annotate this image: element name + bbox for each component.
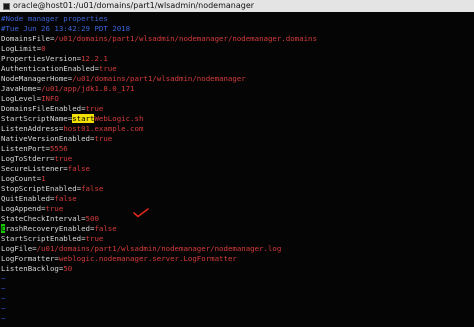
- comment-text: #Node manager properties: [1, 14, 108, 23]
- property-line: StopScriptEnabled=false: [1, 184, 103, 194]
- property-line: LogLimit=0: [1, 44, 46, 54]
- red-checkmark-icon: [133, 208, 149, 218]
- tilde-marker: ~: [1, 274, 6, 283]
- property-key: LogCount: [1, 174, 37, 183]
- empty-buffer-tilde: ~: [1, 304, 5, 314]
- property-key: StartScriptName: [1, 114, 68, 123]
- property-key: StartScriptEnabled: [1, 234, 82, 243]
- property-line: StateCheckInterval=500: [1, 214, 99, 224]
- property-line: PropertiesVersion=12.2.1: [1, 54, 108, 64]
- property-line: ListenPort=5556: [1, 144, 68, 154]
- property-line: QuitEnabled=false: [1, 194, 77, 204]
- property-value: 12.2.1: [81, 54, 108, 63]
- terminal-app-icon: [3, 2, 10, 10]
- empty-buffer-tilde: ~: [1, 284, 5, 294]
- window-titlebar: oracle@host01:/u01/domains/part1/wlsadmi…: [0, 0, 474, 12]
- property-line: CrashRecoveryEnabled=false: [1, 224, 117, 234]
- property-line: NodeManagerHome=/u01/domains/part1/wlsad…: [1, 74, 246, 84]
- empty-buffer-tilde: ~: [1, 314, 5, 324]
- vi-editor-terminal[interactable]: #Node manager properties #Tue Jun 26 13:4…: [0, 12, 474, 327]
- property-value: true: [98, 64, 117, 73]
- window-title: oracle@host01:/u01/domains/part1/wlsadmi…: [13, 1, 255, 10]
- property-value: /u01/domains/part1/wlsadmin/nodemanager: [72, 74, 246, 83]
- property-line: LogFormatter=weblogic.nodemanager.server…: [1, 254, 237, 264]
- property-value: 500: [85, 214, 99, 223]
- tilde-marker: ~: [1, 294, 6, 303]
- property-line: StartScriptEnabled=true: [1, 234, 103, 244]
- property-value: true: [54, 154, 73, 163]
- property-value: false: [67, 164, 90, 173]
- property-value: 0: [41, 44, 46, 53]
- property-line: DomainsFile=/u01/domains/part1/wlsadmin/…: [1, 34, 317, 44]
- property-value-rest: WebLogic.sh: [94, 114, 144, 123]
- property-key: LogAppend: [1, 204, 42, 213]
- property-key: DomainsFile: [1, 34, 50, 43]
- property-key: LogFormatter: [1, 254, 55, 263]
- property-value: true: [45, 204, 64, 213]
- property-key-rest: rashRecoveryEnabled: [5, 224, 90, 233]
- property-value: false: [54, 194, 77, 203]
- property-value: /u01/app/jdk1.8.0_171: [41, 84, 135, 93]
- property-key: QuitEnabled: [1, 194, 50, 203]
- property-key: AuthenticationEnabled: [1, 64, 95, 73]
- property-key: ListenBacklog: [1, 264, 59, 273]
- property-key: SecureListener: [1, 164, 64, 173]
- property-key: JavaHome: [1, 84, 37, 93]
- property-line: ListenAddress=host01.example.com: [1, 124, 143, 134]
- property-line: ListenBacklog=50: [1, 264, 72, 274]
- property-value: false: [81, 184, 104, 193]
- property-line: AuthenticationEnabled=true: [1, 64, 117, 74]
- property-line: LogToStderr=true: [1, 154, 72, 164]
- property-key: LogToStderr: [1, 154, 50, 163]
- property-key: LogLimit: [1, 44, 37, 53]
- property-value: true: [85, 104, 104, 113]
- property-key: NodeManagerHome: [1, 74, 68, 83]
- property-key: ListenPort: [1, 144, 46, 153]
- property-key: DomainsFileEnabled: [1, 104, 82, 113]
- property-value: 5556: [49, 144, 68, 153]
- property-key: LogFile: [1, 244, 33, 253]
- property-value: host01.example.com: [63, 124, 144, 133]
- tilde-marker: ~: [1, 304, 6, 313]
- property-key: ListenAddress: [1, 124, 59, 133]
- property-key: LogLevel: [1, 94, 37, 103]
- property-value: true: [85, 234, 104, 243]
- property-line: LogLevel=INFO: [1, 94, 59, 104]
- property-line: StartScriptName=startWebLogic.sh: [1, 114, 143, 124]
- property-value: false: [94, 224, 117, 233]
- property-line: LogCount=1: [1, 174, 46, 184]
- property-key: NativeVersionEnabled: [1, 134, 90, 143]
- property-line: NativeVersionEnabled=true: [1, 134, 112, 144]
- property-line: JavaHome=/u01/app/jdk1.8.0_171: [1, 84, 135, 94]
- tilde-marker: ~: [1, 284, 6, 293]
- property-line: LogAppend=true: [1, 204, 63, 214]
- property-value: /u01/domains/part1/wlsadmin/nodemanager/…: [36, 244, 282, 253]
- comment-line: #Tue Jun 26 13:42:29 PDT 2018: [1, 24, 130, 34]
- property-value: /u01/domains/part1/wlsadmin/nodemanager/…: [54, 34, 317, 43]
- empty-buffer-tilde: ~: [1, 274, 5, 284]
- property-value: weblogic.nodemanager.server.LogFormatter: [58, 254, 237, 263]
- comment-text: #Tue Jun 26 13:42:29 PDT 2018: [1, 24, 131, 33]
- property-value: 50: [63, 264, 73, 273]
- property-line: SecureListener=false: [1, 164, 90, 174]
- property-value: true: [94, 134, 113, 143]
- property-value: 1: [41, 174, 46, 183]
- empty-buffer-tilde: ~: [1, 294, 5, 304]
- property-line: LogFile=/u01/domains/part1/wlsadmin/node…: [1, 244, 281, 254]
- search-match-highlight: start: [72, 114, 95, 123]
- property-value: INFO: [41, 94, 59, 103]
- comment-line: #Node manager properties: [1, 14, 108, 24]
- property-key: PropertiesVersion: [1, 54, 77, 63]
- property-key: StopScriptEnabled: [1, 184, 77, 193]
- tilde-marker: ~: [1, 314, 6, 323]
- property-line: DomainsFileEnabled=true: [1, 104, 103, 114]
- property-key: StateCheckInterval: [1, 214, 82, 223]
